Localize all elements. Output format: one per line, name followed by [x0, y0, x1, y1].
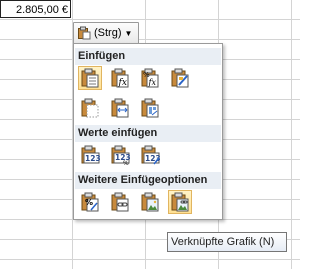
- no-borders-icon[interactable]: [78, 96, 102, 120]
- paste-options-button[interactable]: (Strg) ▼: [73, 22, 139, 44]
- picture-icon[interactable]: [138, 190, 162, 214]
- svg-text:%: %: [123, 160, 129, 166]
- keep-column-widths-icon[interactable]: [108, 96, 132, 120]
- section-title-weitere-einfuegeoptionen: Weitere Einfügeoptionen: [75, 172, 221, 189]
- clipboard-icon: [78, 26, 91, 40]
- keep-source-formatting-icon[interactable]: [168, 66, 192, 90]
- transpose-icon[interactable]: [138, 96, 162, 120]
- section-title-einfuegen: Einfügen: [75, 48, 221, 65]
- svg-text:fx: fx: [118, 78, 127, 88]
- tooltip: Verknüpfte Grafik (N): [167, 232, 287, 252]
- selected-cell[interactable]: 2.805,00 €: [0, 0, 71, 18]
- paste-options-menu: Einfügen fx % fx Werte einfügen 123 123% …: [73, 43, 223, 220]
- linked-picture-icon[interactable]: [168, 190, 192, 214]
- section-title-werte-einfuegen: Werte einfügen: [75, 125, 221, 142]
- svg-text:fx: fx: [148, 78, 157, 87]
- paste-values-number-formatting-icon[interactable]: 123%: [108, 143, 132, 167]
- paste-options-label: (Strg): [94, 27, 122, 39]
- formatting-icon[interactable]: %: [78, 190, 102, 214]
- paste-link-icon[interactable]: [108, 190, 132, 214]
- svg-text:%: %: [85, 198, 93, 207]
- paste-formulas-icon[interactable]: fx: [108, 66, 132, 90]
- paste-icon[interactable]: [78, 66, 102, 90]
- chevron-down-icon: ▼: [124, 28, 133, 38]
- paste-values-source-formatting-icon[interactable]: 123: [138, 143, 162, 167]
- paste-values-icon[interactable]: 123: [78, 143, 102, 167]
- paste-formulas-number-formatting-icon[interactable]: % fx: [138, 66, 162, 90]
- svg-text:123: 123: [85, 154, 101, 163]
